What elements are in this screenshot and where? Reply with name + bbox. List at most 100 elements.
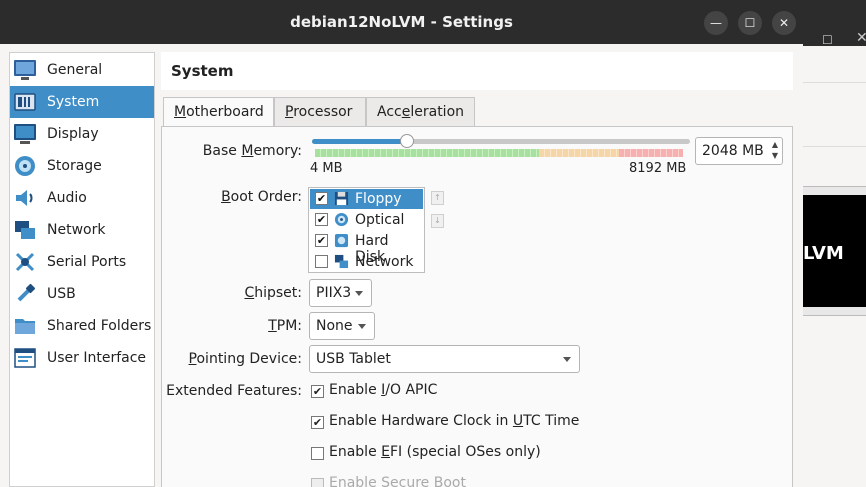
sidebar-item-label: Storage	[47, 158, 102, 174]
background-close-icon[interactable]: ✕	[856, 30, 866, 46]
sidebar-item-storage[interactable]: Storage	[10, 150, 154, 182]
boot-item-label: Floppy	[355, 191, 402, 207]
page-title: System	[171, 62, 234, 80]
boot-item-checkbox[interactable]: ✔	[315, 192, 328, 205]
feature-label: Enable I/O APIC	[329, 382, 437, 398]
boot-item-checkbox[interactable]	[315, 255, 328, 268]
user-interface-icon	[13, 346, 37, 370]
feature-mnemonic: U	[512, 413, 524, 429]
sidebar-item-label: General	[47, 62, 103, 78]
background-divider	[800, 146, 866, 147]
sidebar-item-label: USB	[47, 286, 76, 302]
sidebar-item-label: System	[47, 94, 100, 110]
feature-text: Enable Hardware Clock in	[329, 413, 513, 429]
label-text: emory:	[253, 143, 302, 159]
boot-item-floppy[interactable]: ✔ Floppy	[310, 189, 423, 209]
base-memory-label: Base Memory:	[203, 143, 302, 159]
boot-item-hard-disk[interactable]: ✔ Hard Disk	[310, 231, 423, 265]
memory-max-label: 8192 MB	[629, 161, 687, 176]
label-text: oot Order:	[230, 189, 302, 205]
tpm-label: TPM:	[268, 318, 302, 334]
sidebar-item-label: User Interface	[47, 350, 147, 366]
storage-icon	[13, 154, 37, 178]
feature-checkbox[interactable]: ✔	[311, 416, 324, 429]
base-memory-spinbox[interactable]: 2048 MB ▲ ▼	[695, 137, 783, 165]
preview-screen: LVM	[801, 195, 866, 307]
display-icon	[13, 122, 37, 146]
floppy-icon	[334, 191, 349, 206]
feature-checkbox[interactable]: ✔	[311, 385, 324, 398]
move-down-icon[interactable]: ↓	[431, 214, 444, 228]
titlebar: debian12NoLVM - Settings — ☐ ✕	[0, 0, 803, 44]
settings-window: debian12NoLVM - Settings — ☐ ✕ General Sy…	[0, 0, 803, 487]
sidebar-item-display[interactable]: Display	[10, 118, 154, 150]
sidebar-item-label: Display	[47, 126, 99, 142]
boot-item-label: Network	[355, 254, 414, 270]
background-maximize-icon[interactable]: ☐	[822, 33, 834, 47]
label-text: ointing Device:	[196, 351, 302, 367]
tpm-value: None	[316, 318, 353, 334]
audio-icon	[13, 186, 37, 210]
sidebar-item-label: Serial Ports	[47, 254, 127, 270]
sidebar-item-system[interactable]: System	[10, 86, 154, 118]
base-memory-slider[interactable]	[312, 134, 690, 148]
sidebar-item-shared-folders[interactable]: Shared Folders	[10, 310, 154, 342]
shared-folders-icon	[13, 314, 37, 338]
sidebar-item-user-interface[interactable]: User Interface	[10, 342, 154, 374]
label-mnemonic: C	[244, 285, 255, 301]
network-icon	[13, 218, 37, 242]
minimize-icon[interactable]: —	[704, 11, 728, 35]
spin-up-icon[interactable]: ▲	[772, 140, 778, 149]
sidebar-item-audio[interactable]: Audio	[10, 182, 154, 214]
tab-label: otherboard	[186, 104, 264, 120]
chipset-select[interactable]: PIIX3	[309, 279, 372, 307]
pointing-device-select[interactable]: USB Tablet	[309, 345, 580, 373]
close-icon[interactable]: ✕	[772, 11, 796, 35]
hard-disk-icon	[334, 233, 349, 248]
tab-label: leration	[410, 104, 465, 120]
label-mnemonic: T	[268, 318, 277, 334]
move-up-icon[interactable]: ↑	[431, 191, 444, 205]
window-title: debian12NoLVM - Settings	[290, 13, 513, 31]
label-mnemonic: B	[221, 189, 231, 205]
chevron-down-icon	[358, 324, 366, 329]
tab-label: rocessor	[293, 104, 353, 120]
label-text: hipset:	[254, 285, 302, 301]
chevron-down-icon	[355, 291, 363, 296]
page-header: System	[161, 52, 793, 90]
feature-label: Enable Hardware Clock in UTC Time	[329, 413, 579, 429]
tab-motherboard[interactable]: Motherboard	[163, 97, 274, 128]
serial-ports-icon	[13, 250, 37, 274]
sidebar-item-serial-ports[interactable]: Serial Ports	[10, 246, 154, 278]
feature-text: /O APIC	[385, 382, 438, 398]
optical-disc-icon	[334, 212, 349, 227]
tab-processor[interactable]: Processor	[274, 97, 366, 127]
maximize-icon[interactable]: ☐	[738, 11, 762, 35]
boot-item-network[interactable]: Network	[310, 252, 423, 272]
slider-fill	[312, 139, 407, 144]
background-vm-preview: LVM	[800, 186, 866, 316]
slider-thumb[interactable]	[399, 134, 414, 148]
tab-acceleration[interactable]: Acceleration	[366, 97, 475, 127]
sidebar-item-usb[interactable]: USB	[10, 278, 154, 310]
tpm-select[interactable]: None	[309, 312, 375, 340]
spin-down-icon[interactable]: ▼	[772, 151, 778, 160]
feature-text: Enable	[329, 444, 382, 460]
chipset-value: PIIX3	[316, 285, 352, 301]
feature-label: Enable EFI (special OSes only)	[329, 444, 541, 460]
sidebar-item-network[interactable]: Network	[10, 214, 154, 246]
label-text: PM:	[276, 318, 302, 334]
feature-checkbox[interactable]	[311, 447, 324, 460]
feature-text: Enable	[329, 382, 382, 398]
chipset-label: Chipset:	[244, 285, 302, 301]
feature-mnemonic: E	[381, 444, 390, 460]
memory-zone-ok	[315, 149, 539, 157]
sidebar-item-label: Network	[47, 222, 106, 238]
sidebar-item-general[interactable]: General	[10, 54, 154, 86]
boot-item-checkbox[interactable]: ✔	[315, 234, 328, 247]
base-memory-value: 2048 MB	[702, 143, 764, 159]
boot-item-optical[interactable]: ✔ Optical	[310, 210, 423, 230]
boot-item-checkbox[interactable]: ✔	[315, 213, 328, 226]
memory-zones	[315, 149, 683, 157]
boot-order-list[interactable]: ✔ Floppy ✔ Optical ✔ Hard Disk Network	[308, 187, 425, 273]
